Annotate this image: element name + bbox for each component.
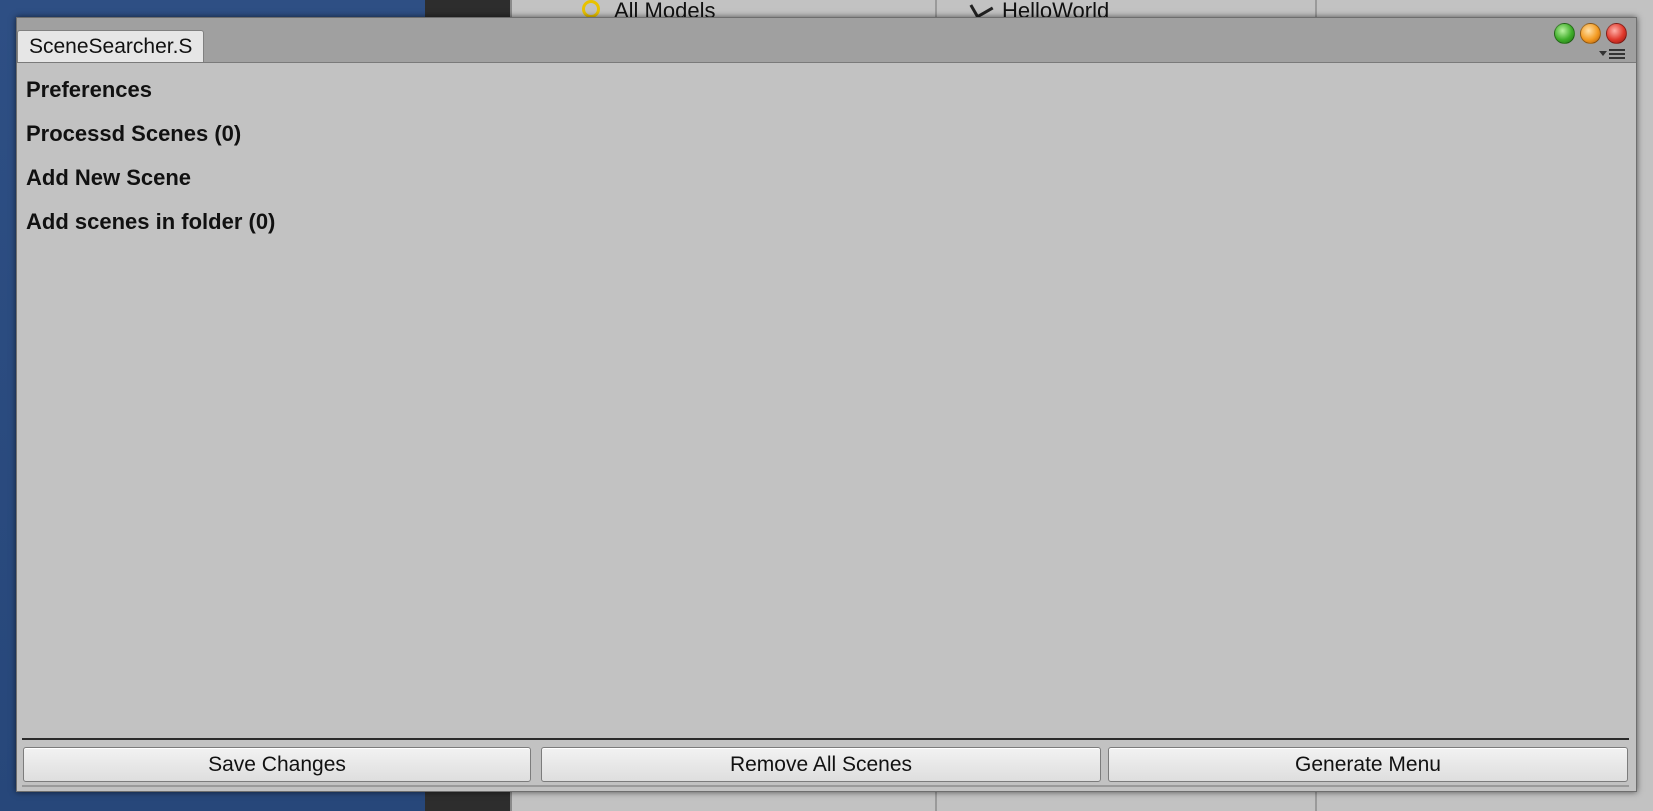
window-close-icon[interactable] bbox=[1606, 23, 1627, 44]
foldout-add-scenes-in-folder[interactable]: Add scenes in folder (0) bbox=[26, 200, 1626, 244]
generate-menu-button[interactable]: Generate Menu bbox=[1108, 747, 1628, 782]
foldout-add-new-scene[interactable]: Add New Scene bbox=[26, 156, 1626, 200]
dropdown-arrow-icon bbox=[1599, 51, 1607, 56]
window-minimize-icon[interactable] bbox=[1580, 23, 1601, 44]
foldout-preferences[interactable]: Preferences bbox=[26, 68, 1626, 112]
foldout-processed-scenes[interactable]: Processd Scenes (0) bbox=[26, 112, 1626, 156]
window-tab[interactable]: SceneSearcher.S bbox=[17, 30, 205, 62]
footer-separator bbox=[22, 738, 1629, 740]
window-titlebar[interactable]: SceneSearcher.S bbox=[17, 18, 1636, 63]
scene-searcher-window: SceneSearcher.S Preferences Processd Sce… bbox=[16, 17, 1637, 792]
context-menu-icon[interactable] bbox=[1599, 47, 1629, 59]
save-changes-button[interactable]: Save Changes bbox=[23, 747, 531, 782]
gameobject-icon bbox=[969, 0, 994, 19]
window-zoom-icon[interactable] bbox=[1554, 23, 1575, 44]
window-content: Preferences Processd Scenes (0) Add New … bbox=[26, 68, 1626, 244]
footer-bottom-line bbox=[22, 785, 1629, 787]
remove-all-scenes-button[interactable]: Remove All Scenes bbox=[541, 747, 1101, 782]
folder-search-icon bbox=[582, 0, 600, 18]
